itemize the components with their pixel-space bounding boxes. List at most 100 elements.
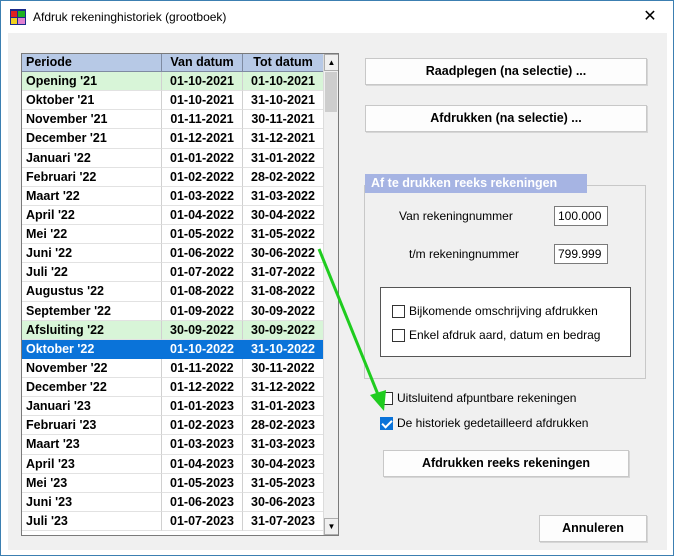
column-header-tot-datum[interactable]: Tot datum	[243, 54, 324, 72]
enkel-checkbox-row[interactable]: Enkel afdruk aard, datum en bedrag	[392, 328, 600, 342]
window-title: Afdruk rekeninghistoriek (grootboek)	[33, 10, 227, 24]
periode-cell: April '23	[22, 454, 162, 474]
periode-cell: September '22	[22, 301, 162, 321]
periode-cell: November '21	[22, 110, 162, 130]
periode-cell: December '21	[22, 129, 162, 149]
scroll-down-icon[interactable]: ▼	[324, 518, 338, 535]
list-row[interactable]: September '22 01-09-2022 30-09-2022	[22, 301, 324, 321]
list-row[interactable]: Januari '22 01-01-2022 31-01-2022	[22, 148, 324, 168]
historiek-checkbox[interactable]	[380, 416, 393, 430]
scroll-thumb[interactable]	[325, 72, 337, 112]
list-row[interactable]: Opening '21 01-10-2021 01-10-2021	[22, 72, 324, 92]
van-datum-cell: 01-01-2022	[162, 148, 243, 168]
van-rekeningnummer-input[interactable]: 100.000	[554, 206, 608, 226]
column-header-periode[interactable]: Periode	[22, 54, 162, 72]
van-datum-cell: 01-11-2022	[162, 358, 243, 378]
uitsluitend-label: Uitsluitend afpuntbare rekeningen	[397, 391, 577, 405]
group-title: Af te drukken reeks rekeningen	[365, 174, 587, 193]
tot-datum-cell: 31-03-2023	[243, 435, 324, 455]
periode-cell: Opening '21	[22, 72, 162, 92]
van-datum-cell: 01-09-2022	[162, 301, 243, 321]
tot-datum-cell: 31-10-2021	[243, 91, 324, 111]
dialog-window: Afdruk rekeninghistoriek (grootboek) ✕ P…	[0, 0, 674, 556]
tot-datum-cell: 31-07-2023	[243, 511, 324, 531]
historiek-label: De historiek gedetailleerd afdrukken	[397, 416, 589, 430]
tot-datum-cell: 31-12-2022	[243, 378, 324, 398]
list-row[interactable]: Juni '22 01-06-2022 30-06-2022	[22, 244, 324, 264]
list-row[interactable]: Juni '23 01-06-2023 30-06-2023	[22, 492, 324, 512]
list-row[interactable]: Maart '23 01-03-2023 31-03-2023	[22, 435, 324, 455]
tot-datum-cell: 30-06-2022	[243, 244, 324, 264]
bijkomende-checkbox[interactable]	[392, 304, 405, 318]
periode-cell: Januari '22	[22, 148, 162, 168]
list-row[interactable]: Juli '23 01-07-2023 31-07-2023	[22, 511, 324, 531]
bijkomende-checkbox-row[interactable]: Bijkomende omschrijving afdrukken	[392, 304, 598, 318]
periode-cell: Oktober '21	[22, 91, 162, 111]
uitsluitend-checkbox-row[interactable]: Uitsluitend afpuntbare rekeningen	[380, 391, 576, 405]
list-row[interactable]: November '21 01-11-2021 30-11-2021	[22, 110, 324, 130]
periode-cell: Maart '22	[22, 186, 162, 206]
uitsluitend-checkbox[interactable]	[380, 391, 393, 405]
van-datum-cell: 01-05-2023	[162, 473, 243, 493]
close-icon[interactable]: ✕	[627, 1, 673, 33]
tot-datum-cell: 30-06-2023	[243, 492, 324, 512]
tot-datum-cell: 30-11-2022	[243, 358, 324, 378]
list-row[interactable]: Afsluiting '22 30-09-2022 30-09-2022	[22, 320, 324, 340]
list-header: Periode Van datum Tot datum	[22, 54, 324, 72]
van-datum-cell: 01-10-2022	[162, 339, 243, 359]
enkel-label: Enkel afdruk aard, datum en bedrag	[409, 328, 601, 342]
raadplegen-button[interactable]: Raadplegen (na selectie) ...	[365, 58, 647, 85]
periode-cell: Februari '22	[22, 167, 162, 187]
list-row[interactable]: December '21 01-12-2021 31-12-2021	[22, 129, 324, 149]
van-datum-cell: 01-10-2021	[162, 91, 243, 111]
list-row[interactable]: Januari '23 01-01-2023 31-01-2023	[22, 397, 324, 417]
list-row[interactable]: Oktober '21 01-10-2021 31-10-2021	[22, 91, 324, 111]
afdrukken-reeks-button[interactable]: Afdrukken reeks rekeningen	[383, 450, 629, 477]
list-row[interactable]: April '22 01-04-2022 30-04-2022	[22, 205, 324, 225]
periode-cell: Maart '23	[22, 435, 162, 455]
annuleren-button[interactable]: Annuleren	[539, 515, 647, 542]
afdrukken-button[interactable]: Afdrukken (na selectie) ...	[365, 105, 647, 132]
tot-datum-cell: 31-01-2022	[243, 148, 324, 168]
van-datum-cell: 01-04-2023	[162, 454, 243, 474]
historiek-checkbox-row[interactable]: De historiek gedetailleerd afdrukken	[380, 416, 588, 430]
list-row[interactable]: April '23 01-04-2023 30-04-2023	[22, 454, 324, 474]
tot-datum-cell: 31-01-2023	[243, 397, 324, 417]
van-datum-cell: 01-07-2023	[162, 511, 243, 531]
column-header-van-datum[interactable]: Van datum	[162, 54, 243, 72]
list-row[interactable]: Maart '22 01-03-2022 31-03-2022	[22, 186, 324, 206]
list-row[interactable]: December '22 01-12-2022 31-12-2022	[22, 378, 324, 398]
van-datum-cell: 30-09-2022	[162, 320, 243, 340]
van-datum-cell: 01-07-2022	[162, 263, 243, 283]
van-datum-cell: 01-10-2021	[162, 72, 243, 92]
periode-cell: April '22	[22, 205, 162, 225]
van-datum-cell: 01-12-2021	[162, 129, 243, 149]
periode-cell: Afsluiting '22	[22, 320, 162, 340]
list-row[interactable]: Mei '22 01-05-2022 31-05-2022	[22, 225, 324, 245]
van-datum-cell: 01-11-2021	[162, 110, 243, 130]
enkel-checkbox[interactable]	[392, 328, 405, 342]
list-row[interactable]: November '22 01-11-2022 30-11-2022	[22, 358, 324, 378]
van-datum-cell: 01-08-2022	[162, 282, 243, 302]
list-row[interactable]: Oktober '22 01-10-2022 31-10-2022	[22, 339, 324, 359]
van-datum-cell: 01-06-2023	[162, 492, 243, 512]
print-options-box	[380, 287, 631, 357]
van-rekeningnummer-label: Van rekeningnummer	[399, 209, 513, 223]
period-list[interactable]: Periode Van datum Tot datum Opening '21 0…	[21, 53, 339, 536]
tot-datum-cell: 31-07-2022	[243, 263, 324, 283]
list-row[interactable]: Februari '22 01-02-2022 28-02-2022	[22, 167, 324, 187]
tot-datum-cell: 31-03-2022	[243, 186, 324, 206]
vertical-scrollbar[interactable]: ▲ ▼	[323, 54, 338, 535]
scroll-up-icon[interactable]: ▲	[324, 54, 338, 71]
app-icon	[10, 9, 26, 25]
list-row[interactable]: Augustus '22 01-08-2022 31-08-2022	[22, 282, 324, 302]
periode-cell: Juli '23	[22, 511, 162, 531]
periode-cell: Februari '23	[22, 416, 162, 436]
list-row[interactable]: Mei '23 01-05-2023 31-05-2023	[22, 473, 324, 493]
tm-rekeningnummer-input[interactable]: 799.999	[554, 244, 608, 264]
list-row[interactable]: Februari '23 01-02-2023 28-02-2023	[22, 416, 324, 436]
periode-cell: Juni '22	[22, 244, 162, 264]
list-row[interactable]: Juli '22 01-07-2022 31-07-2022	[22, 263, 324, 283]
tm-rekeningnummer-label: t/m rekeningnummer	[409, 247, 520, 261]
van-datum-cell: 01-03-2022	[162, 186, 243, 206]
